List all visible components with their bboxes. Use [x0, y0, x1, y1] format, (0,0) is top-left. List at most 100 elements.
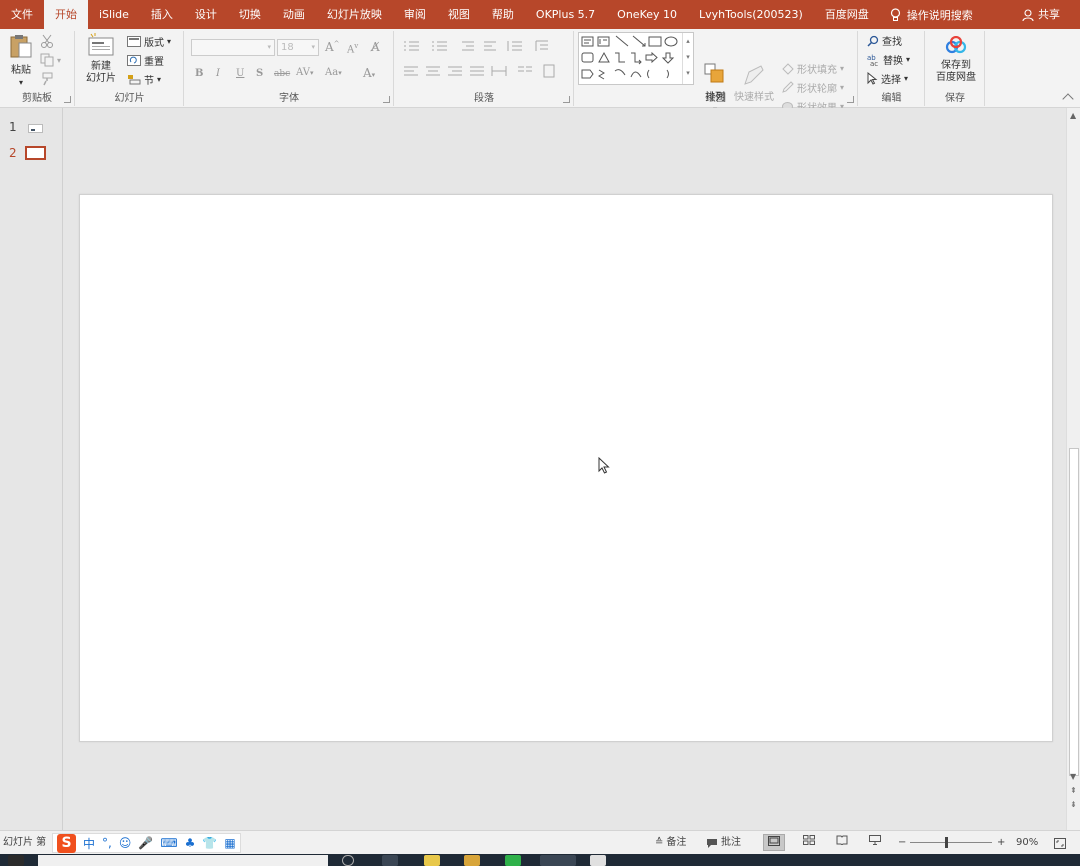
previous-slide-icon[interactable]: ⇞ — [1070, 786, 1077, 795]
tab-baidu-netdisk[interactable]: 百度网盘 — [814, 0, 880, 29]
zoom-slider-knob[interactable] — [945, 837, 948, 848]
shape-outline-button[interactable]: 形状轮廓 ▾ — [781, 80, 844, 95]
copy-button[interactable]: ▾ — [40, 53, 61, 67]
scrollbar-thumb[interactable] — [1069, 448, 1079, 776]
collapse-ribbon-icon[interactable] — [1062, 93, 1074, 105]
new-slide-button[interactable]: 新建 幻灯片 — [82, 33, 120, 85]
zoom-level[interactable]: 90% — [1016, 831, 1038, 855]
bold-button[interactable]: B — [195, 68, 203, 79]
tab-slideshow[interactable]: 幻灯片放映 — [316, 0, 393, 29]
current-slide[interactable] — [79, 194, 1053, 742]
clear-formatting-icon[interactable]: A̸ — [371, 40, 380, 54]
ime-emoji-icon[interactable]: ☺ — [119, 836, 132, 850]
change-case-button[interactable]: Aa▾ — [325, 67, 342, 78]
grow-font-icon[interactable]: A^ — [325, 40, 340, 54]
quick-styles-button[interactable]: 快速样式 — [733, 62, 775, 104]
shape-fill-button[interactable]: 形状填充 ▾ — [781, 61, 844, 76]
paragraph-launcher-icon[interactable] — [563, 96, 570, 103]
font-color-button[interactable]: A▾ — [363, 66, 375, 80]
paste-button[interactable]: 粘贴 ▾ — [8, 33, 34, 89]
group-label-slides: 幻灯片 — [114, 93, 145, 104]
select-button[interactable]: 选择 ▾ — [867, 71, 908, 86]
section-button[interactable]: 节 ▾ — [127, 72, 161, 87]
save-to-baidu-button[interactable]: 保存到 百度网盘 — [930, 35, 982, 84]
cut-button[interactable] — [40, 34, 54, 48]
taskbar-app-white-icon[interactable] — [590, 855, 606, 866]
slide-sorter-button[interactable] — [798, 834, 820, 851]
shrink-font-icon[interactable]: Av — [347, 42, 358, 55]
ime-toolbar[interactable]: S 中 °, ☺ 🎤 ⌨ ♣ 👕 ▦ — [52, 833, 241, 853]
tab-review[interactable]: 审阅 — [393, 0, 437, 29]
tab-home[interactable]: 开始 — [44, 0, 88, 29]
tab-lvyhtools[interactable]: LvyhTools(200523) — [688, 0, 814, 29]
file-explorer-icon[interactable] — [464, 855, 480, 866]
zoom-in-button[interactable]: + — [997, 831, 1005, 855]
comments-button[interactable]: 批注 — [706, 831, 741, 855]
layout-button[interactable]: 版式 ▾ — [127, 34, 171, 49]
scroll-down-icon[interactable]: ▼ — [1070, 772, 1076, 781]
ime-menu-icon[interactable]: ▦ — [224, 836, 235, 850]
font-name-combo[interactable]: ▾ — [191, 39, 275, 56]
sogou-ime-icon[interactable]: S — [57, 833, 76, 853]
ime-punctuation-icon[interactable]: °, — [102, 836, 112, 850]
slide-thumbnail-1[interactable] — [28, 124, 43, 133]
underline-button[interactable]: U — [236, 68, 244, 79]
cortana-icon[interactable] — [342, 855, 354, 866]
clipboard-launcher-icon[interactable] — [64, 96, 71, 103]
next-slide-icon[interactable]: ⇟ — [1070, 800, 1077, 809]
ime-skin-icon[interactable]: 👕 — [202, 836, 217, 850]
ime-voice-icon[interactable]: 🎤 — [138, 836, 153, 850]
tell-me-search[interactable]: 操作说明搜索 — [890, 7, 973, 23]
powerpoint-taskbar-icon[interactable] — [540, 855, 576, 866]
scroll-up-icon[interactable]: ▲ — [1070, 111, 1076, 120]
paragraph-tools-icon[interactable] — [402, 39, 562, 87]
new-slide-label-1: 新建 — [91, 61, 111, 72]
share-button[interactable]: 共享 — [1022, 0, 1060, 29]
shapes-gallery-scroll[interactable]: ▴ ▾ ▾ — [682, 33, 693, 84]
tab-islide[interactable]: iSlide — [88, 0, 140, 29]
tab-onekey[interactable]: OneKey 10 — [606, 0, 688, 29]
zoom-out-button[interactable]: − — [898, 831, 906, 855]
ime-chinese-mode[interactable]: 中 — [83, 835, 95, 852]
fit-to-window-button[interactable] — [1054, 831, 1066, 855]
slide-editing-area — [64, 108, 1066, 830]
tab-okplus[interactable]: OKPlus 5.7 — [525, 0, 606, 29]
shapes-gallery[interactable]: ▴ ▾ ▾ — [578, 32, 694, 85]
taskbar-app-green-icon[interactable] — [505, 855, 521, 866]
font-size-combo[interactable]: 18 ▾ — [277, 39, 319, 56]
tab-help[interactable]: 帮助 — [481, 0, 525, 29]
reset-button[interactable]: 重置 — [127, 53, 164, 68]
taskbar-search-box[interactable] — [38, 855, 328, 866]
format-painter-button[interactable] — [40, 72, 54, 86]
tab-design[interactable]: 设计 — [184, 0, 228, 29]
slide-thumbnail-2[interactable] — [25, 146, 46, 160]
strikethrough-button[interactable]: abc — [274, 69, 290, 79]
drawing-launcher-icon[interactable] — [847, 96, 854, 103]
find-button[interactable]: 查找 — [867, 33, 902, 48]
character-spacing-button[interactable]: AV▾ — [296, 67, 313, 78]
save-to-baidu-label-2: 百度网盘 — [936, 72, 976, 83]
ime-keyboard-icon[interactable]: ⌨ — [160, 836, 177, 850]
normal-view-button[interactable] — [763, 834, 785, 851]
replace-button[interactable]: ab ac 替换 ▾ — [867, 52, 910, 67]
text-shadow-button[interactable]: S — [256, 68, 263, 79]
italic-button[interactable]: I — [216, 68, 220, 79]
taskbar-app-icon[interactable] — [424, 855, 440, 866]
tab-insert[interactable]: 插入 — [140, 0, 184, 29]
ime-tools-icon[interactable]: ♣ — [185, 836, 196, 850]
comments-label: 批注 — [721, 837, 741, 848]
task-view-icon[interactable] — [382, 855, 398, 866]
tab-transitions[interactable]: 切换 — [228, 0, 272, 29]
font-launcher-icon[interactable] — [383, 96, 390, 103]
zoom-slider-track[interactable] — [910, 842, 992, 843]
tab-view[interactable]: 视图 — [437, 0, 481, 29]
notes-button[interactable]: ≙ 备注 — [655, 831, 686, 855]
reading-view-button[interactable] — [831, 834, 853, 851]
vertical-scrollbar[interactable]: ▲ ▼ ⇞ ⇟ — [1066, 108, 1080, 830]
slideshow-view-button[interactable] — [864, 834, 886, 851]
normal-view-icon — [768, 836, 780, 846]
tab-file[interactable]: 文件 — [0, 0, 44, 29]
arrange-icon — [704, 63, 724, 83]
windows-start-icon[interactable] — [8, 855, 24, 866]
tab-animations[interactable]: 动画 — [272, 0, 316, 29]
